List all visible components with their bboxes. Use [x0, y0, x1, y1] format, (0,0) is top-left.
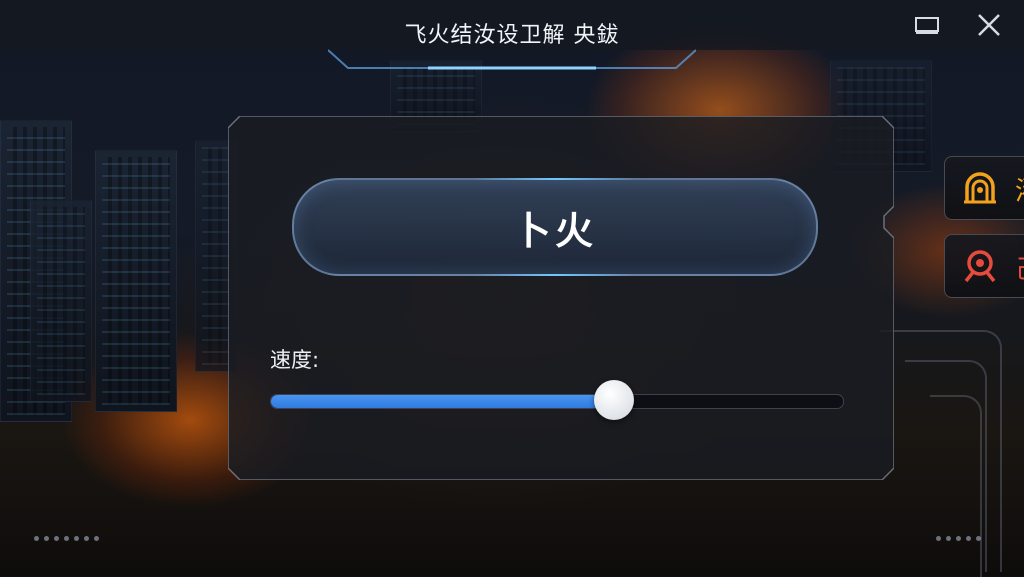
side-button-label: 濯: [1015, 171, 1024, 208]
start-button[interactable]: 卜火: [292, 178, 818, 276]
target-person-icon: [964, 250, 996, 283]
circuit-line: [930, 395, 982, 577]
background-building: [30, 200, 92, 402]
speed-slider[interactable]: [270, 380, 844, 420]
speed-slider-fill: [271, 395, 615, 408]
maximize-icon: [915, 17, 939, 34]
helmet-icon: [964, 172, 996, 204]
decorative-dots: [936, 536, 981, 541]
close-icon: [978, 14, 1000, 36]
speed-slider-thumb[interactable]: [594, 380, 635, 420]
control-panel: 卜火 速度:: [228, 116, 894, 480]
decorative-dots: [34, 536, 99, 541]
background-building: [95, 150, 177, 412]
speed-label: 速度:: [270, 348, 320, 372]
side-button-label: 己: [1015, 249, 1024, 286]
side-button-helmet[interactable]: 濯: [944, 156, 1024, 220]
close-button[interactable]: [972, 10, 1006, 40]
maximize-button[interactable]: [910, 10, 944, 40]
window-title: 飞火结汝设卫解 央鈸: [404, 23, 620, 48]
side-button-target[interactable]: 己: [944, 234, 1024, 298]
